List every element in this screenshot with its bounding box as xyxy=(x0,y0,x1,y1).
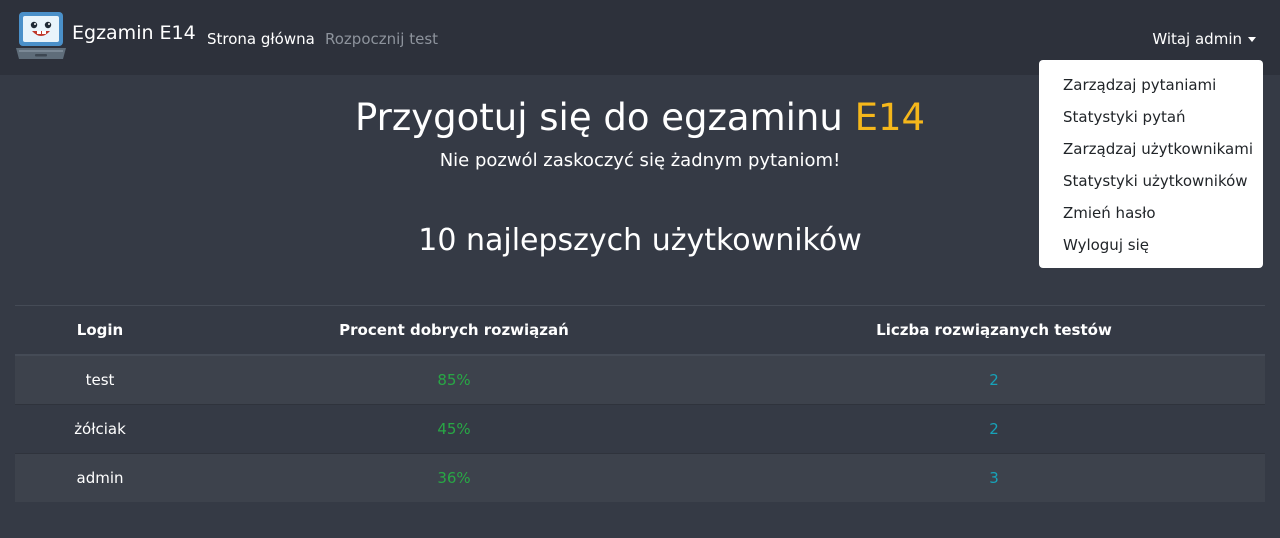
menu-item-change-password[interactable]: Zmień hasło xyxy=(1039,197,1263,229)
cell-percent: 85% xyxy=(185,354,723,404)
laptop-mascot-icon xyxy=(16,12,66,59)
nav-home-link[interactable]: Strona główna xyxy=(207,29,315,49)
cell-tests: 2 xyxy=(723,403,1265,453)
user-greeting: Witaj admin xyxy=(1152,30,1242,48)
table-row: żółciak 45% 2 xyxy=(15,403,1265,453)
cell-login: żółciak xyxy=(15,403,185,453)
cell-tests: 2 xyxy=(723,354,1265,404)
menu-item-logout[interactable]: Wyloguj się xyxy=(1039,229,1263,261)
cell-percent: 45% xyxy=(185,403,723,453)
menu-item-user-stats[interactable]: Statystyki użytkowników xyxy=(1039,165,1263,197)
menu-item-question-stats[interactable]: Statystyki pytań xyxy=(1039,101,1263,133)
menu-item-manage-questions[interactable]: Zarządzaj pytaniami xyxy=(1039,69,1263,101)
leaderboard-table: Login Procent dobrych rozwiązań Liczba r… xyxy=(15,306,1265,502)
caret-down-icon xyxy=(1248,36,1256,42)
page-title-accent: E14 xyxy=(854,96,926,139)
user-menu-toggle[interactable]: Witaj admin xyxy=(1152,29,1256,49)
table-header-row: Login Procent dobrych rozwiązań Liczba r… xyxy=(15,306,1265,356)
column-header-percent: Procent dobrych rozwiązań xyxy=(185,306,723,356)
cell-login: admin xyxy=(15,452,185,502)
page-title-text: Przygotuj się do egzaminu xyxy=(354,96,843,139)
cell-login: test xyxy=(15,354,185,404)
nav-start-test-link[interactable]: Rozpocznij test xyxy=(325,29,438,49)
cell-tests: 3 xyxy=(723,452,1265,502)
column-header-login: Login xyxy=(15,306,185,356)
table-row: admin 36% 3 xyxy=(15,452,1265,502)
menu-item-manage-users[interactable]: Zarządzaj użytkownikami xyxy=(1039,133,1263,165)
table-row: test 85% 2 xyxy=(15,354,1265,404)
user-dropdown-menu: Zarządzaj pytaniami Statystyki pytań Zar… xyxy=(1039,60,1263,268)
brand-title: Egzamin E14 xyxy=(72,22,196,44)
leaderboard-table-wrapper: Login Procent dobrych rozwiązań Liczba r… xyxy=(15,305,1265,502)
column-header-tests: Liczba rozwiązanych testów xyxy=(723,306,1265,356)
brand-link[interactable]: Egzamin E14 xyxy=(15,11,196,61)
cell-percent: 36% xyxy=(185,452,723,502)
